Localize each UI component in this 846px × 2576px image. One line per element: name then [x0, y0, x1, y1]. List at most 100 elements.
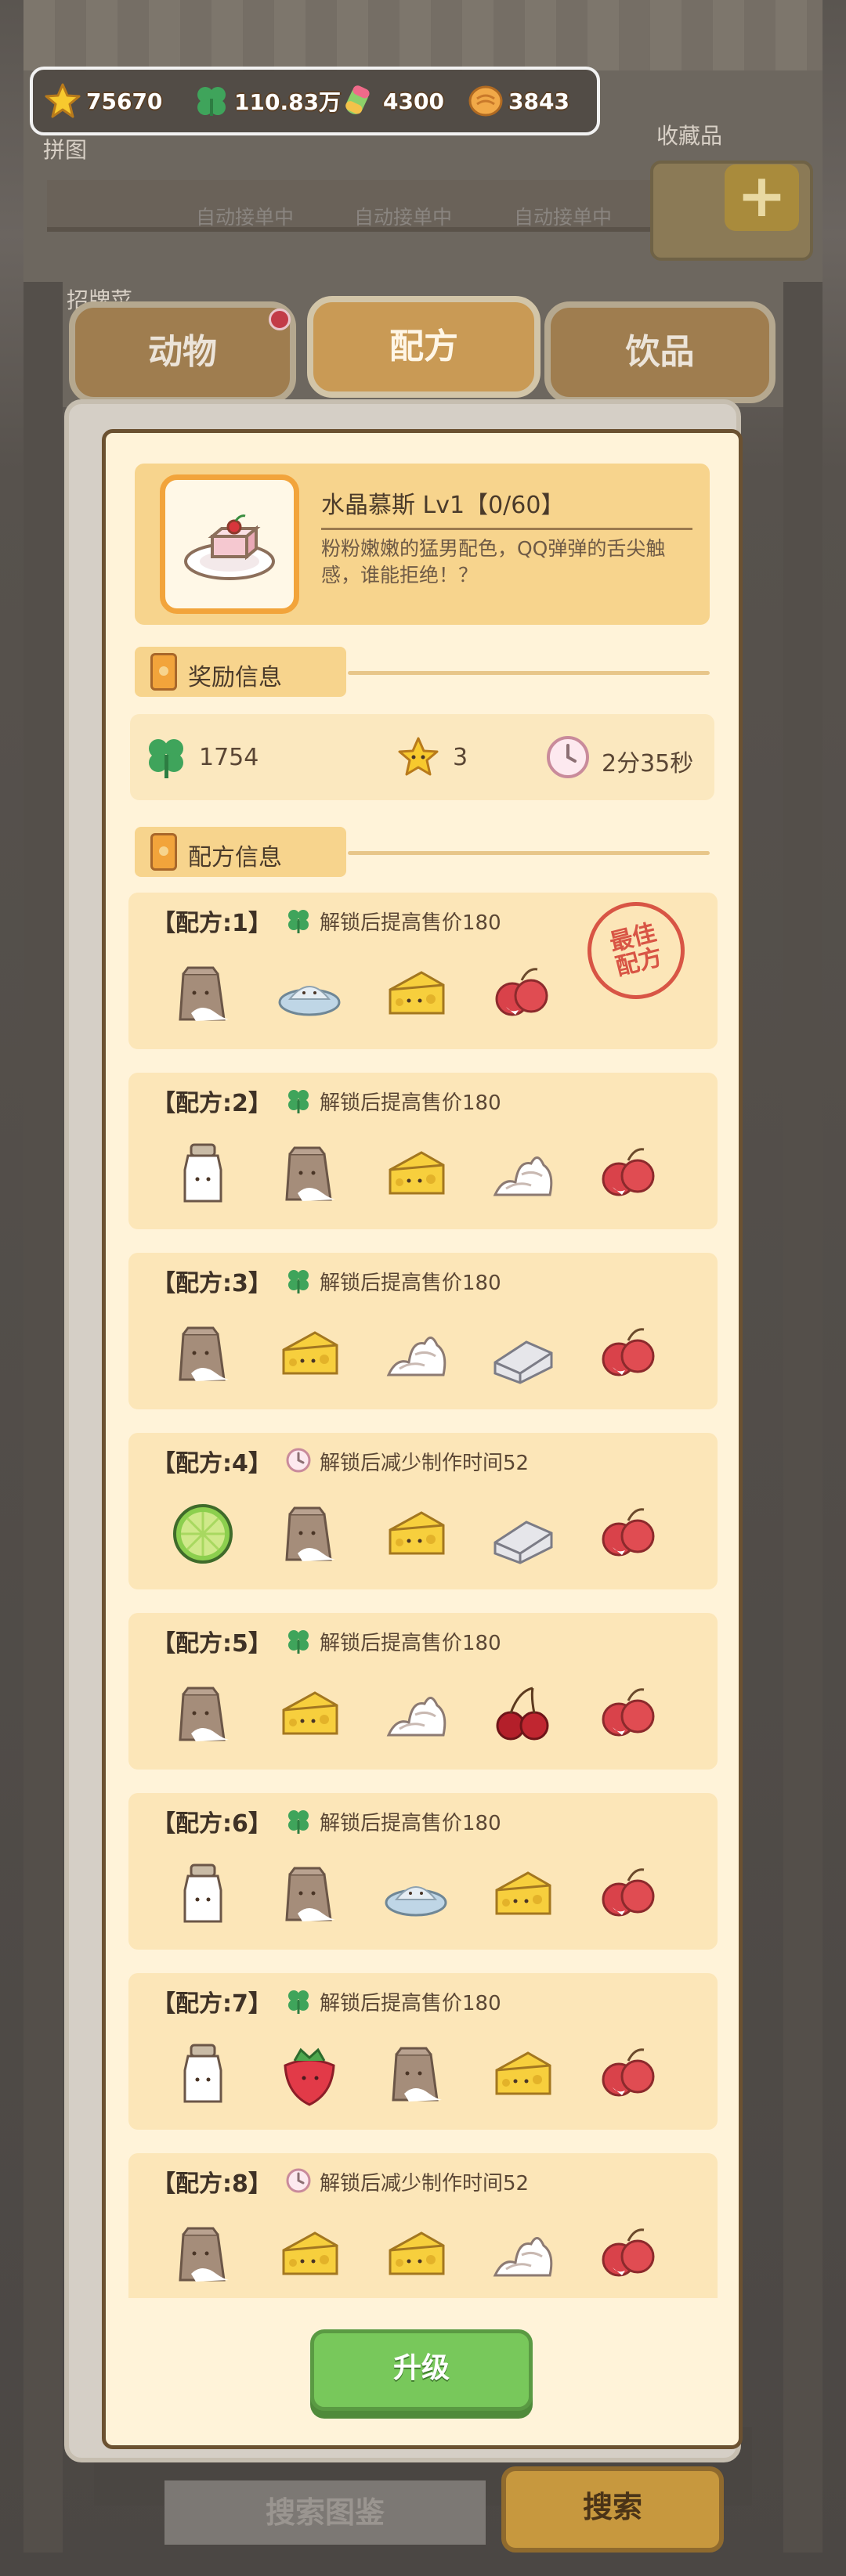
- recipe-bonus-text: 解锁后提高售价180: [320, 911, 501, 935]
- puzzle-label: 拼图: [43, 137, 88, 163]
- recipe-title: 【配方:7】: [152, 1990, 272, 2018]
- whipped-cream-icon: [493, 1156, 553, 1196]
- star-icon: [398, 737, 439, 776]
- candy-value: 4300: [383, 88, 444, 114]
- tab-recipes[interactable]: 配方: [307, 296, 540, 398]
- plus-icon: +: [725, 164, 799, 231]
- clover-icon: [149, 739, 183, 778]
- auto-order-status-1: 自动接单中: [196, 206, 295, 229]
- cheese-icon: [389, 1151, 445, 1195]
- recipe-card-7[interactable]: 【配方:7】 解锁后提高售价180: [128, 1973, 718, 2130]
- sugar-plate-icon: [385, 1886, 447, 1917]
- tab-recipes-label: 配方: [389, 327, 458, 366]
- search-button[interactable]: 搜索: [501, 2466, 724, 2553]
- cheese-icon: [282, 2231, 338, 2275]
- lychee-icon: [602, 1148, 655, 1196]
- recipe-card-5[interactable]: 【配方:5】 解锁后提高售价180: [128, 1613, 718, 1770]
- reward-section-title: 奖励信息: [188, 664, 282, 691]
- clock-icon: [547, 736, 589, 778]
- cherry-icon: [496, 1687, 549, 1741]
- right-wall: [783, 282, 822, 2553]
- collection-label: 收藏品: [656, 123, 723, 149]
- recipe-bonus-text: 解锁后减少制作时间52: [320, 2172, 530, 2195]
- flour-sack-icon: [179, 966, 229, 1021]
- whipped-cream-icon: [386, 1337, 446, 1376]
- document-icon: [150, 653, 177, 691]
- sugar-plate-icon: [278, 986, 341, 1016]
- tab-drinks[interactable]: 饮品: [544, 301, 776, 403]
- resource-candy: 4300: [342, 70, 444, 132]
- coin-value: 3843: [508, 88, 569, 114]
- butter-icon: [494, 1521, 553, 1564]
- tab-animals-label: 动物: [148, 332, 217, 372]
- resource-clover: 110.83万: [193, 70, 341, 132]
- lychee-icon: [602, 1328, 655, 1376]
- resource-stars: 75670: [44, 70, 162, 132]
- clover-icon: [288, 1630, 309, 1654]
- cheese-icon: [282, 1331, 338, 1375]
- clover-icon: [197, 87, 226, 116]
- reward-star-value: 3: [453, 744, 468, 771]
- mousse-dessert-icon: [184, 514, 275, 580]
- clover-icon: [288, 1270, 309, 1293]
- flour-sack-icon: [179, 1326, 229, 1381]
- recipe-card-8[interactable]: 【配方:8】 解锁后减少制作时间52: [128, 2153, 718, 2298]
- whipped-cream-icon: [386, 1697, 446, 1737]
- milk-bottle-icon: [183, 2044, 222, 2103]
- cheese-icon: [282, 1691, 338, 1735]
- cheese-icon: [495, 1871, 551, 1915]
- recipe-card-2[interactable]: 【配方:2】 解锁后提高售价180: [128, 1073, 718, 1229]
- resource-bar: 75670 110.83万 4300 3843: [30, 67, 600, 135]
- flour-sack-icon: [179, 1687, 229, 1741]
- upgrade-button[interactable]: 升级: [310, 2329, 533, 2411]
- dish-description: 粉粉嫩嫩的猛男配色，QQ弹弹的舌尖触感，谁能拒绝！？: [321, 537, 666, 586]
- recipe-card-4[interactable]: 【配方:4】 解锁后减少制作时间52: [128, 1433, 718, 1589]
- search-catalog-button[interactable]: 搜索图鉴: [164, 2480, 486, 2545]
- recipe-bonus-text: 解锁后提高售价180: [320, 1632, 501, 1655]
- document-icon: [150, 833, 177, 871]
- reward-clover-value: 1754: [199, 744, 259, 771]
- dish-image-frame: [160, 474, 299, 614]
- clover-icon: [288, 1990, 309, 2014]
- recipe-section-title: 配方信息: [188, 844, 282, 871]
- search-catalog-label: 搜索图鉴: [265, 2495, 385, 2530]
- milk-bottle-icon: [183, 1143, 222, 1203]
- lychee-icon: [602, 2048, 655, 2097]
- recipe-title: 【配方:8】: [152, 2170, 272, 2198]
- recipe-card-6[interactable]: 【配方:6】 解锁后提高售价180: [128, 1793, 718, 1950]
- best-recipe-stamp-text: 最佳配方: [606, 918, 666, 982]
- recipe-bonus-text: 解锁后提高售价180: [320, 1091, 501, 1115]
- candy-icon: [345, 85, 370, 114]
- flour-sack-icon: [285, 1146, 335, 1201]
- clover-icon: [288, 1090, 309, 1113]
- reward-info-row: 1754 3 2分35秒: [130, 714, 714, 800]
- clover-value: 110.83万: [234, 89, 342, 115]
- resource-coin: 3843: [468, 70, 569, 132]
- butter-icon: [494, 1340, 553, 1384]
- lychee-icon: [602, 2228, 655, 2277]
- recipe-title: 【配方:5】: [152, 1630, 272, 1658]
- recipe-title: 【配方:3】: [152, 1270, 272, 1297]
- cheese-icon: [495, 2051, 551, 2095]
- recipe-bonus-text: 解锁后提高售价180: [320, 1272, 501, 1295]
- recipe-card-3[interactable]: 【配方:3】 解锁后提高售价180: [128, 1253, 718, 1409]
- recipe-bonus-text: 解锁后提高售价180: [320, 1992, 501, 2015]
- lime-icon: [173, 1504, 233, 1564]
- shop-roof: [24, 0, 822, 70]
- upgrade-button-label: 升级: [392, 2352, 450, 2384]
- recipe-title: 【配方:4】: [152, 1450, 272, 1477]
- cheese-icon: [389, 1511, 445, 1555]
- recipe-title: 【配方:2】: [152, 1090, 272, 1117]
- milk-bottle-icon: [183, 1863, 222, 1923]
- lychee-icon: [602, 1868, 655, 1917]
- left-wall: [24, 282, 63, 2553]
- recipe-list[interactable]: 【配方:1】 解锁后提高售价180 【配方:2】 解锁后提高售价180 【配方:3】 解锁…: [125, 893, 721, 2298]
- search-button-label: 搜索: [582, 2490, 642, 2524]
- auto-order-status-3: 自动接单中: [514, 206, 613, 229]
- stars-value: 75670: [86, 88, 163, 114]
- tab-animals[interactable]: 动物: [69, 301, 296, 403]
- recipe-title: 【配方:1】: [152, 910, 272, 937]
- recipe-title: 【配方:6】: [152, 1810, 272, 1838]
- recipe-bonus-text: 解锁后提高售价180: [320, 1812, 501, 1835]
- lychee-icon: [602, 1688, 655, 1737]
